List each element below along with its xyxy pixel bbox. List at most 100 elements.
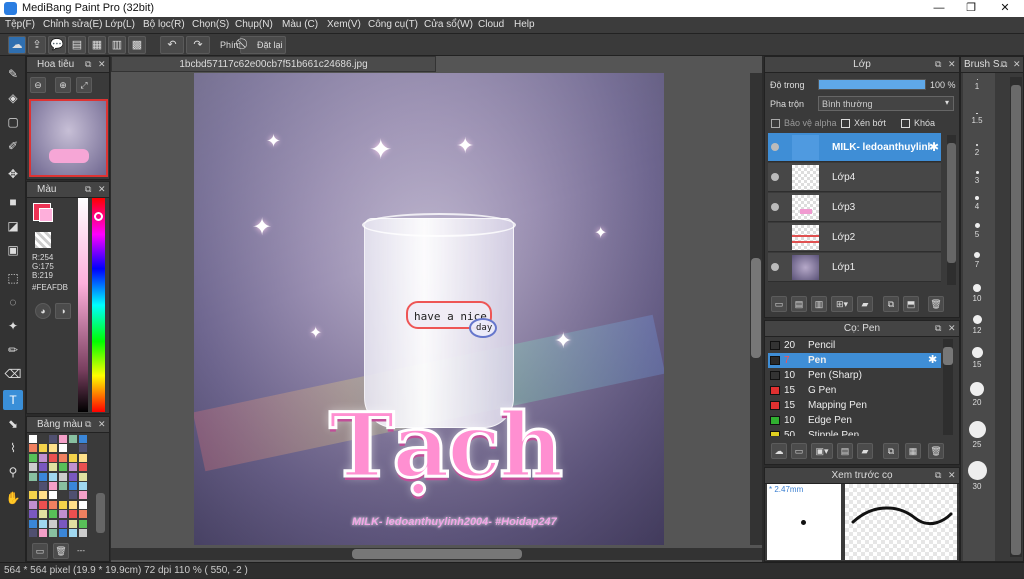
gradient-tool-icon[interactable]: ▣ <box>3 240 23 260</box>
brush-trash-icon[interactable]: 🗑 <box>928 443 944 459</box>
palette-swatch[interactable] <box>69 463 77 472</box>
menu-filter[interactable]: Bộ lọc(R) <box>143 19 185 30</box>
palette-swatch[interactable] <box>49 444 57 453</box>
close-panel-icon[interactable]: ✕ <box>98 417 106 432</box>
select-pen-icon[interactable]: ✏ <box>3 340 23 360</box>
layer-row[interactable]: Lớp2 <box>768 223 941 252</box>
trash-icon[interactable]: 🗑 <box>928 296 944 312</box>
palette-swatch[interactable] <box>39 529 47 537</box>
fit-icon[interactable]: ⤢ <box>76 77 92 93</box>
eye-icon[interactable] <box>771 173 779 181</box>
palette-swatch[interactable] <box>69 453 77 462</box>
brush-size-item[interactable]: 7 <box>963 252 991 269</box>
grid-icon[interactable]: ▥ <box>108 36 126 54</box>
palette-grid[interactable] <box>29 435 93 539</box>
palette-swatch[interactable] <box>49 519 57 528</box>
close-panel-icon[interactable]: ✕ <box>98 182 106 197</box>
palette-swatch[interactable] <box>29 435 37 443</box>
float-icon[interactable]: ⧉ <box>85 57 91 72</box>
palette-swatch[interactable] <box>39 482 47 490</box>
operation-tool-icon[interactable]: ⬊ <box>3 414 23 434</box>
fill-rect-tool-icon[interactable]: ■ <box>3 192 23 212</box>
palette-swatch[interactable] <box>39 435 47 443</box>
eye-icon[interactable] <box>771 263 779 271</box>
palette-swatch[interactable] <box>69 510 77 519</box>
palette-swatch[interactable] <box>59 482 67 490</box>
palette-swatch[interactable] <box>59 500 67 509</box>
brush-size-item[interactable]: 5 <box>963 223 991 239</box>
menu-help[interactable]: Help <box>514 19 535 30</box>
navigator-thumbnail[interactable] <box>29 99 108 177</box>
palette-swatch[interactable] <box>59 519 67 528</box>
palette-swatch[interactable] <box>79 444 87 453</box>
hand-tool-icon[interactable]: ✋ <box>3 488 23 508</box>
palette-swatch[interactable] <box>29 444 37 453</box>
palette-swatch[interactable] <box>79 453 87 462</box>
menu-color[interactable]: Màu (C) <box>282 19 318 30</box>
magic-wand-icon[interactable]: ✦ <box>3 316 23 336</box>
brush-item-pen-sharp[interactable]: 10 Pen (Sharp) <box>768 368 941 383</box>
close-panel-icon[interactable]: ✕ <box>948 321 956 336</box>
close-button[interactable]: ✕ <box>988 0 1022 17</box>
palette-swatch[interactable] <box>79 435 87 443</box>
palette-swatch[interactable] <box>49 491 57 500</box>
palette-swatch[interactable] <box>39 444 47 453</box>
select-tool-icon[interactable]: ⬚ <box>3 268 23 288</box>
palette-swatch[interactable] <box>49 529 57 537</box>
palette-swatch[interactable] <box>69 529 77 537</box>
brush-size-item[interactable]: 30 <box>963 461 991 491</box>
palette-swatch[interactable] <box>59 510 67 519</box>
brush-item-stipple-pen[interactable]: 50 Stipple Pen <box>768 428 941 436</box>
float-icon[interactable]: ⧉ <box>935 321 941 336</box>
palette-swatch[interactable] <box>49 472 57 481</box>
brush-size-item[interactable]: 20 <box>963 382 991 407</box>
palette-swatch[interactable] <box>69 472 77 481</box>
dropper-tool-icon[interactable]: ⌇ <box>3 438 23 458</box>
brush-size-item[interactable]: 1.5 <box>963 112 991 125</box>
layer-row[interactable]: Lớp3 <box>768 193 941 222</box>
brush-size-item[interactable]: 2 <box>963 144 991 157</box>
chat-icon[interactable]: 💬 <box>48 36 66 54</box>
add-palette-icon[interactable]: ▭ <box>32 543 48 559</box>
brush-item-g-pen[interactable]: 15 G Pen <box>768 383 941 398</box>
new-brush-icon[interactable]: ▭ <box>791 443 807 459</box>
menu-select[interactable]: Chọn(S) <box>192 19 229 30</box>
close-panel-icon[interactable]: ✕ <box>98 57 106 72</box>
brush-item-pen[interactable]: 7 Pen ✱ <box>768 353 941 368</box>
layer-row[interactable]: MILK- ledoanthuylinh2004 ✱ <box>768 133 941 162</box>
close-panel-icon[interactable]: ✕ <box>948 57 956 72</box>
gear-icon[interactable]: ✱ <box>928 353 937 368</box>
palette-swatch[interactable] <box>79 500 87 509</box>
brush-size-item[interactable]: 15 <box>963 347 991 369</box>
palette-swatch[interactable] <box>69 482 77 490</box>
palette-swatch[interactable] <box>49 453 57 462</box>
bucket-tool-icon[interactable]: ◪ <box>3 216 23 236</box>
palette-swatch[interactable] <box>49 510 57 519</box>
palette-swatch[interactable] <box>79 491 87 500</box>
menu-cloud[interactable]: Cloud <box>478 19 504 30</box>
float-icon[interactable]: ⧉ <box>1001 57 1007 72</box>
palette-swatch[interactable] <box>49 435 57 443</box>
brush-size-scrollbar[interactable] <box>1010 77 1022 557</box>
float-icon[interactable]: ⧉ <box>85 182 91 197</box>
palette-swatch[interactable] <box>79 529 87 537</box>
float-icon[interactable]: ⧉ <box>85 417 91 432</box>
palette-swatch[interactable] <box>59 444 67 453</box>
brush-size-thumb[interactable] <box>1011 85 1021 555</box>
palette-swatch[interactable] <box>29 500 37 509</box>
brush-size-item[interactable]: 12 <box>963 315 991 335</box>
palette-swatch[interactable] <box>69 444 77 453</box>
hue-marker[interactable] <box>94 212 103 221</box>
share-icon[interactable]: ⇪ <box>28 36 46 54</box>
lock-checkbox[interactable] <box>901 119 910 128</box>
brush-item-mapping-pen[interactable]: 15 Mapping Pen <box>768 398 941 413</box>
close-panel-icon[interactable]: ✕ <box>1013 57 1021 72</box>
palette-swatch[interactable] <box>59 529 67 537</box>
transparent-swatch[interactable] <box>35 232 51 248</box>
brush-folder-icon[interactable]: ▰ <box>857 443 873 459</box>
palette-swatch[interactable] <box>39 519 47 528</box>
palette-swatch[interactable] <box>79 463 87 472</box>
brush-size-item[interactable]: 10 <box>963 284 991 303</box>
minimize-button[interactable]: — <box>922 0 956 17</box>
saturation-bar[interactable] <box>78 198 88 412</box>
